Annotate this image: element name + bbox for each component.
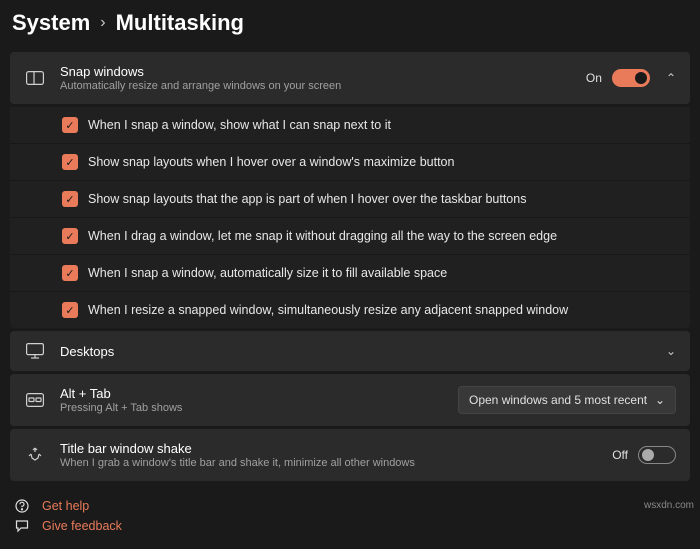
snap-option: ✓ Show snap layouts when I hover over a … [10,144,690,181]
shake-title: Title bar window shake [60,441,598,456]
snap-option-label: When I drag a window, let me snap it wit… [88,229,557,243]
breadcrumb: System › Multitasking [10,10,690,36]
desktops-title: Desktops [60,344,646,359]
desktops-panel[interactable]: Desktops ⌄ [10,331,690,371]
watermark: wsxdn.com [644,500,694,511]
chevron-down-icon: ⌄ [666,344,676,358]
snap-options-list: ✓ When I snap a window, show what I can … [10,107,690,328]
snap-option-label: Show snap layouts that the app is part o… [88,192,526,206]
alt-tab-dropdown-value: Open windows and 5 most recent tabs in M [469,393,647,407]
snap-subtitle: Automatically resize and arrange windows… [60,80,572,92]
breadcrumb-parent[interactable]: System [12,10,90,36]
checkbox[interactable]: ✓ [62,154,78,170]
alt-tab-title: Alt + Tab [60,386,444,401]
checkbox[interactable]: ✓ [62,302,78,318]
snap-option-label: When I resize a snapped window, simultan… [88,303,568,317]
snap-option: ✓ When I snap a window, automatically si… [10,255,690,292]
give-feedback-link[interactable]: Give feedback [14,519,690,533]
chevron-up-icon: ⌃ [666,71,676,85]
snap-toggle[interactable] [612,69,650,87]
snap-option-label: Show snap layouts when I hover over a wi… [88,155,454,169]
checkbox[interactable]: ✓ [62,191,78,207]
title-bar-shake-panel[interactable]: Title bar window shake When I grab a win… [10,429,690,481]
checkbox[interactable]: ✓ [62,117,78,133]
help-icon [14,499,30,513]
snap-windows-panel[interactable]: Snap windows Automatically resize and ar… [10,52,690,104]
shake-icon [24,446,46,464]
snap-title: Snap windows [60,64,572,79]
snap-option: ✓ When I resize a snapped window, simult… [10,292,690,328]
alt-tab-panel[interactable]: Alt + Tab Pressing Alt + Tab shows Open … [10,374,690,426]
checkbox[interactable]: ✓ [62,228,78,244]
get-help-text: Get help [42,499,89,513]
snap-option-label: When I snap a window, automatically size… [88,266,447,280]
get-help-link[interactable]: Get help [14,499,690,513]
snap-windows-icon [24,71,46,85]
shake-toggle-label: Off [612,448,628,462]
alt-tab-icon [24,393,46,407]
checkbox[interactable]: ✓ [62,265,78,281]
snap-option: ✓ When I snap a window, show what I can … [10,107,690,144]
alt-tab-subtitle: Pressing Alt + Tab shows [60,402,444,414]
snap-toggle-label: On [586,71,602,85]
alt-tab-dropdown[interactable]: Open windows and 5 most recent tabs in M… [458,386,676,414]
snap-option: ✓ Show snap layouts that the app is part… [10,181,690,218]
snap-option: ✓ When I drag a window, let me snap it w… [10,218,690,255]
snap-option-label: When I snap a window, show what I can sn… [88,118,391,132]
page-title: Multitasking [116,10,244,36]
shake-toggle[interactable] [638,446,676,464]
shake-subtitle: When I grab a window's title bar and sha… [60,457,598,469]
feedback-icon [14,519,30,533]
chevron-right-icon: › [100,14,105,32]
chevron-down-icon: ⌄ [655,393,665,407]
desktops-icon [24,343,46,359]
give-feedback-text: Give feedback [42,519,122,533]
